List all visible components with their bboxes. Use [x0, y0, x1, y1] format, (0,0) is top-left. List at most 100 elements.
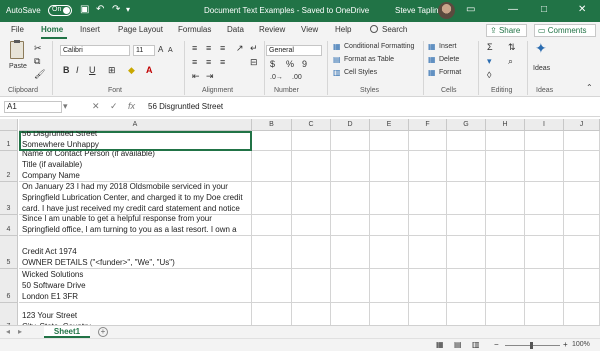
column-header-f[interactable]: F — [409, 119, 447, 131]
cell-c6[interactable] — [292, 269, 331, 303]
orientation-icon[interactable]: ↗ — [236, 43, 244, 53]
cell-c2[interactable] — [292, 151, 331, 182]
cell-c1[interactable] — [292, 131, 331, 151]
column-header-a[interactable]: A — [19, 119, 252, 131]
cell-d5[interactable] — [331, 236, 370, 269]
decrease-indent-icon[interactable]: ⇤ — [192, 71, 200, 81]
row-header-7[interactable]: 7 — [0, 303, 18, 325]
cell-g4[interactable] — [447, 215, 486, 236]
zoom-slider-thumb[interactable] — [530, 342, 533, 349]
row-header-4[interactable]: 4 — [0, 215, 18, 236]
align-top-icon[interactable]: ≡ — [192, 43, 197, 53]
cell-h7[interactable] — [486, 303, 525, 325]
fill-color-icon[interactable]: ◆ — [128, 65, 135, 75]
cell-f3[interactable] — [409, 182, 447, 215]
ideas-icon[interactable]: ✦ — [535, 41, 547, 55]
tab-help[interactable]: Help — [335, 25, 351, 34]
save-icon[interactable]: ▣ — [80, 4, 89, 16]
column-header-c[interactable]: C — [292, 119, 331, 131]
row-header-6[interactable]: 6 — [0, 269, 18, 303]
number-format-box[interactable]: General — [266, 45, 322, 56]
cell-b7[interactable] — [252, 303, 292, 325]
sheet-nav-prev-icon[interactable]: ◂ — [6, 327, 10, 336]
name-box-dropdown-icon[interactable]: ▾ — [63, 101, 68, 112]
cell-a2[interactable]: Name of Contact Person (if available) Tit… — [19, 151, 252, 182]
column-header-j[interactable]: J — [564, 119, 600, 131]
cell-i7[interactable] — [525, 303, 564, 325]
align-center-icon[interactable]: ≡ — [206, 57, 211, 67]
row-header-1[interactable]: 1 — [0, 131, 18, 151]
currency-button[interactable]: $ — [270, 59, 275, 69]
align-bottom-icon[interactable]: ≡ — [220, 43, 225, 53]
cell-f5[interactable] — [409, 236, 447, 269]
cell-e5[interactable] — [370, 236, 409, 269]
decrease-decimal-icon[interactable]: .00 — [292, 73, 302, 83]
column-header-h[interactable]: H — [486, 119, 525, 131]
cell-c4[interactable] — [292, 215, 331, 236]
column-header-b[interactable]: B — [252, 119, 292, 131]
font-size-box[interactable]: 11 — [133, 45, 155, 56]
merge-center-icon[interactable]: ⊟ — [250, 57, 258, 67]
column-header-g[interactable]: G — [447, 119, 486, 131]
align-middle-icon[interactable]: ≡ — [206, 43, 211, 53]
cell-a7[interactable]: 123 Your StreetCity, State, Country — [19, 303, 252, 325]
tab-file[interactable]: File — [11, 25, 24, 34]
cell-g3[interactable] — [447, 182, 486, 215]
cell-e6[interactable] — [370, 269, 409, 303]
cell-j1[interactable] — [564, 131, 600, 151]
cell-c5[interactable] — [292, 236, 331, 269]
cell-b5[interactable] — [252, 236, 292, 269]
customize-toolbar-icon[interactable]: ▾ — [126, 4, 130, 16]
column-header-e[interactable]: E — [370, 119, 409, 131]
collapse-ribbon-icon[interactable]: ⌃ — [586, 83, 593, 93]
sort-filter-icon[interactable]: ⇅ — [508, 42, 516, 52]
cell-a4[interactable]: Since I am unable to get a helpful respo… — [19, 215, 252, 236]
decrease-font-icon[interactable]: A — [168, 46, 173, 56]
cell-i6[interactable] — [525, 269, 564, 303]
sheet-tab-sheet1[interactable]: Sheet1 — [44, 326, 90, 338]
ribbon-display-icon[interactable]: ▭ — [466, 4, 475, 16]
cell-f7[interactable] — [409, 303, 447, 325]
worksheet-grid[interactable]: A B C D E F G H I J 1 56 Disgruntled Street Somewher… — [0, 119, 600, 325]
cell-j6[interactable] — [564, 269, 600, 303]
cell-j5[interactable] — [564, 236, 600, 269]
tab-view[interactable]: View — [301, 25, 318, 34]
insert-cells-button[interactable]: Insert — [439, 43, 457, 50]
close-button[interactable]: ✕ — [578, 4, 586, 15]
cell-f1[interactable] — [409, 131, 447, 151]
tab-review[interactable]: Review — [259, 25, 285, 34]
insert-function-button[interactable]: fx — [128, 101, 135, 111]
increase-font-icon[interactable]: A — [158, 45, 163, 55]
row-header-3[interactable]: 3 — [0, 182, 18, 215]
undo-icon[interactable]: ↶ — [96, 4, 104, 16]
cell-h4[interactable] — [486, 215, 525, 236]
add-sheet-button[interactable]: + — [98, 327, 108, 337]
select-all-corner[interactable] — [0, 119, 18, 131]
cell-b4[interactable] — [252, 215, 292, 236]
user-name[interactable]: Steve Taplin — [395, 6, 438, 15]
avatar[interactable] — [438, 2, 455, 19]
cell-b3[interactable] — [252, 182, 292, 215]
zoom-out-icon[interactable]: − — [494, 340, 499, 350]
align-right-icon[interactable]: ≡ — [220, 57, 225, 67]
page-layout-view-icon[interactable]: ▤ — [454, 340, 462, 350]
cell-a3[interactable]: On January 23 I had my 2018 Oldsmobile s… — [19, 182, 252, 215]
cell-h5[interactable] — [486, 236, 525, 269]
comma-button[interactable]: 9 — [302, 59, 307, 69]
conditional-formatting-button[interactable]: Conditional Formatting — [344, 43, 414, 50]
maximize-button[interactable]: □ — [541, 4, 547, 15]
cell-g6[interactable] — [447, 269, 486, 303]
cell-j3[interactable] — [564, 182, 600, 215]
tab-home[interactable]: Home — [41, 25, 63, 34]
cell-f4[interactable] — [409, 215, 447, 236]
cell-c7[interactable] — [292, 303, 331, 325]
tab-page-layout[interactable]: Page Layout — [118, 25, 163, 34]
borders-icon[interactable]: ⊞ — [108, 65, 116, 75]
cell-j2[interactable] — [564, 151, 600, 182]
cell-d4[interactable] — [331, 215, 370, 236]
row-header-5[interactable]: 5 — [0, 236, 18, 269]
ideas-button[interactable]: Ideas — [533, 65, 550, 72]
zoom-level[interactable]: 100% — [572, 341, 590, 348]
cell-h3[interactable] — [486, 182, 525, 215]
cell-b1[interactable] — [252, 131, 292, 151]
